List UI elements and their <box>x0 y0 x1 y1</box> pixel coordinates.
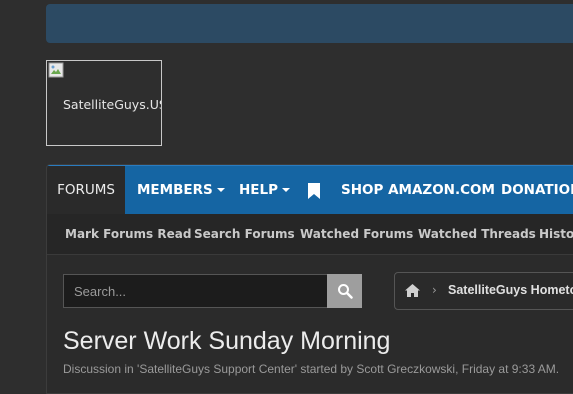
search-box <box>63 274 343 308</box>
nav-tab-help[interactable]: HELP <box>239 166 291 215</box>
nav-tab-label: HELP <box>239 182 279 198</box>
page-content: › SatelliteGuys Hometown Server Work Sun… <box>47 254 573 393</box>
chevron-down-icon <box>216 188 225 192</box>
search-icon <box>338 284 353 299</box>
nav-tab-members[interactable]: MEMBERS <box>137 166 225 215</box>
nav-tab-shop-amazon[interactable]: SHOP AMAZON.COM <box>341 166 495 215</box>
main-nav-bar: FORUMS MEMBERS HELP SHOP AMAZON.COM DONA… <box>47 165 573 215</box>
nav-tab-donations[interactable]: DONATIONS <box>501 166 573 215</box>
thread-meta: Discussion in 'SatelliteGuys Support Cen… <box>63 362 560 376</box>
sub-navigation: Mark Forums Read Search Forums Watched F… <box>47 214 573 254</box>
breadcrumb: › SatelliteGuys Hometown <box>394 272 573 310</box>
home-icon[interactable] <box>405 284 420 297</box>
bookmark-icon[interactable] <box>307 183 321 199</box>
logo-alt-text: SatelliteGuys.US <box>63 97 162 112</box>
breadcrumb-separator-icon: › <box>432 283 437 297</box>
subnav-search-forums[interactable]: Search Forums <box>194 214 295 254</box>
nav-tab-forums[interactable]: FORUMS <box>47 166 125 215</box>
search-input[interactable] <box>64 275 310 307</box>
top-banner <box>46 4 573 43</box>
broken-image-icon <box>48 62 64 78</box>
nav-tab-label: MEMBERS <box>137 182 213 198</box>
subnav-mark-forums-read[interactable]: Mark Forums Read <box>65 214 191 254</box>
page-title: Server Work Sunday Morning <box>63 327 391 355</box>
search-button[interactable] <box>327 274 362 308</box>
nav-tab-label: SHOP AMAZON.COM <box>341 182 495 198</box>
subnav-watched-threads[interactable]: Watched Threads <box>418 214 536 254</box>
subnav-history[interactable]: History <box>539 214 573 254</box>
subnav-watched-forums[interactable]: Watched Forums <box>300 214 413 254</box>
site-logo[interactable]: SatelliteGuys.US <box>46 60 162 146</box>
chevron-down-icon <box>282 188 291 192</box>
navigation-panel: FORUMS MEMBERS HELP SHOP AMAZON.COM DONA… <box>46 164 573 394</box>
breadcrumb-current[interactable]: SatelliteGuys Hometown <box>448 283 573 297</box>
nav-tab-label: FORUMS <box>57 182 115 198</box>
nav-tab-label: DONATIONS <box>501 182 573 198</box>
